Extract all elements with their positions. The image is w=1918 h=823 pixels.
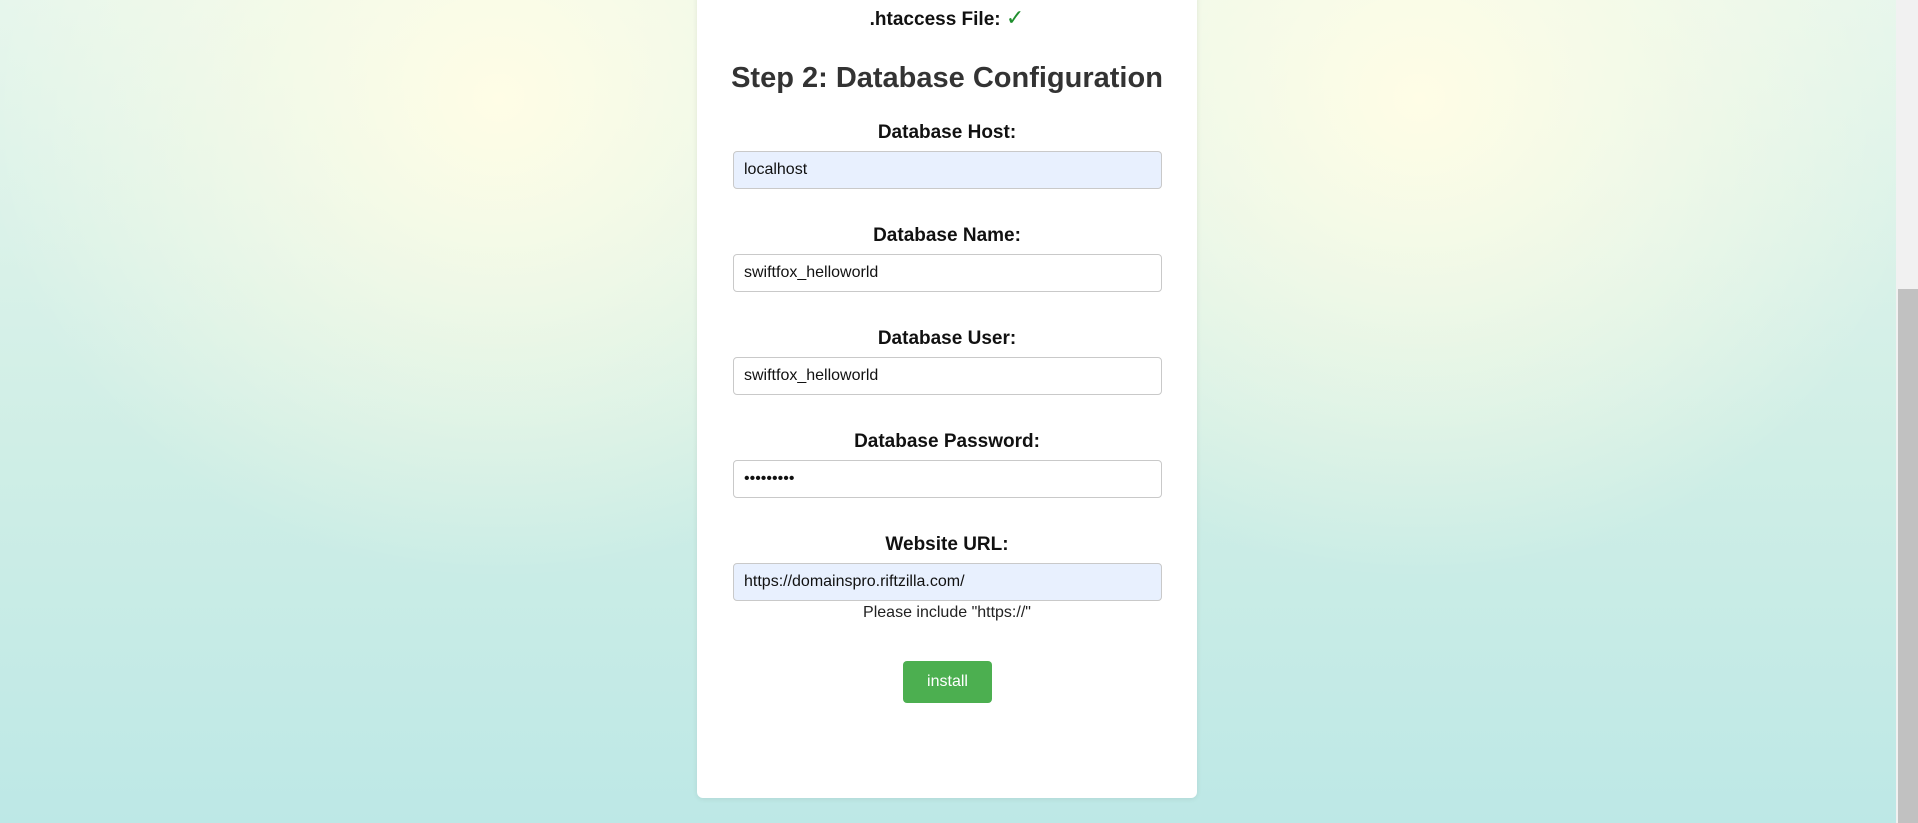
page-title: Step 2: Database Configuration: [731, 62, 1163, 94]
db-user-input[interactable]: [733, 357, 1162, 395]
db-password-label: Database Password:: [854, 431, 1040, 452]
website-url-hint: Please include "https://": [863, 604, 1031, 621]
scrollbar-thumb[interactable]: [1898, 289, 1918, 823]
htaccess-label: .htaccess File:: [869, 9, 1001, 30]
db-name-label: Database Name:: [873, 225, 1021, 246]
db-host-input[interactable]: [733, 151, 1162, 189]
checkmark-icon: ✓: [1005, 5, 1025, 30]
htaccess-check: .htaccess File: ✓: [697, 5, 1197, 31]
db-password-input[interactable]: [733, 460, 1162, 498]
website-url-input[interactable]: [733, 563, 1162, 601]
db-user-label: Database User:: [877, 328, 1017, 349]
db-host-label: Database Host:: [877, 122, 1017, 143]
website-url-label: Website URL:: [885, 534, 1009, 555]
install-button[interactable]: install: [903, 661, 992, 703]
db-name-input[interactable]: [733, 254, 1162, 292]
